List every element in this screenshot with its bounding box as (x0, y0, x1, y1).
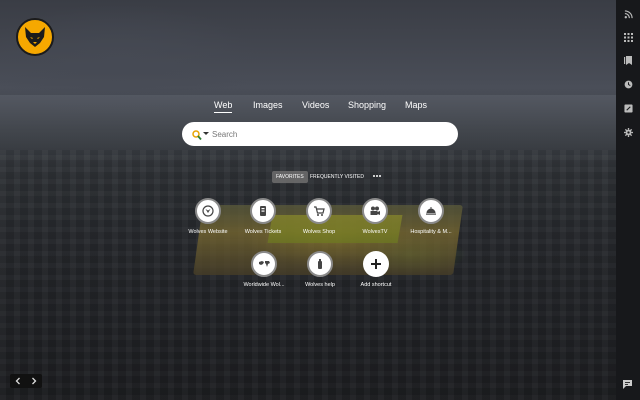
tab-web[interactable]: Web (214, 100, 233, 113)
shortcut-label: WolvesTV (362, 229, 388, 235)
tv-camera-icon (362, 198, 388, 224)
shortcut-label: Wolves help (305, 282, 335, 288)
tab-maps[interactable]: Maps (405, 100, 427, 110)
feedback-chat-icon[interactable] (622, 377, 634, 389)
shortcut-wolves-shop[interactable]: Wolves Shop (291, 198, 347, 235)
help-bottle-icon (307, 251, 333, 277)
tab-shopping[interactable]: Shopping (348, 100, 386, 110)
chevron-left-icon (15, 377, 20, 385)
shortcut-label: Wolves Website (188, 229, 228, 235)
shortcut-label: Wolves Shop (302, 229, 336, 235)
more-options-icon[interactable] (373, 175, 381, 177)
background-nav (10, 374, 42, 388)
shortcut-wolves-website[interactable]: Wolves Website (180, 198, 236, 235)
shortcut-label: Hospitality & M... (410, 229, 452, 235)
right-sidebar (616, 0, 640, 400)
settings-gear-icon[interactable] (622, 126, 634, 138)
next-background-button[interactable] (26, 374, 42, 388)
shortcut-label: Worldwide Wol... (243, 282, 285, 288)
shortcut-label: Wolves Tickets (244, 229, 282, 235)
apps-grid-icon[interactable] (622, 31, 634, 43)
plus-icon (363, 251, 389, 277)
shopping-cart-icon (306, 198, 332, 224)
engine-dropdown-caret-icon[interactable] (203, 132, 209, 135)
shortcut-wolves-tickets[interactable]: Wolves Tickets (235, 198, 291, 235)
wolves-crest-icon (195, 198, 221, 224)
add-shortcut-button[interactable]: Add shortcut (348, 251, 404, 288)
search-input[interactable] (212, 126, 448, 142)
chevron-right-icon (32, 377, 37, 385)
history-icon[interactable] (622, 78, 634, 90)
shortcut-wolves-help[interactable]: Wolves help (292, 251, 348, 288)
wolves-logo[interactable] (16, 18, 54, 56)
search-engine-icon[interactable] (192, 128, 202, 146)
tab-images[interactable]: Images (253, 100, 283, 110)
ticket-icon (250, 198, 276, 224)
tab-videos[interactable]: Videos (302, 100, 329, 110)
search-bar (182, 122, 458, 146)
previous-background-button[interactable] (10, 374, 26, 388)
shortcut-wolvestv[interactable]: WolvesTV (347, 198, 403, 235)
wolf-head-icon (25, 27, 45, 47)
shortcut-worldwide-wolves[interactable]: Worldwide Wol... (236, 251, 292, 288)
world-map-icon (251, 251, 277, 277)
filter-frequently-visited[interactable]: FREQUENTLY VISITED (306, 171, 368, 183)
shortcut-hospitality[interactable]: Hospitality & M... (403, 198, 459, 235)
edit-notes-icon[interactable] (622, 102, 634, 114)
bookmarks-icon[interactable] (622, 54, 634, 66)
cloche-icon (418, 198, 444, 224)
rss-icon[interactable] (622, 8, 634, 20)
shortcut-label: Add shortcut (360, 282, 392, 288)
search-type-tabs: Web Images Videos Shopping Maps (208, 100, 438, 116)
filter-favorites[interactable]: FAVORITES (272, 171, 308, 183)
